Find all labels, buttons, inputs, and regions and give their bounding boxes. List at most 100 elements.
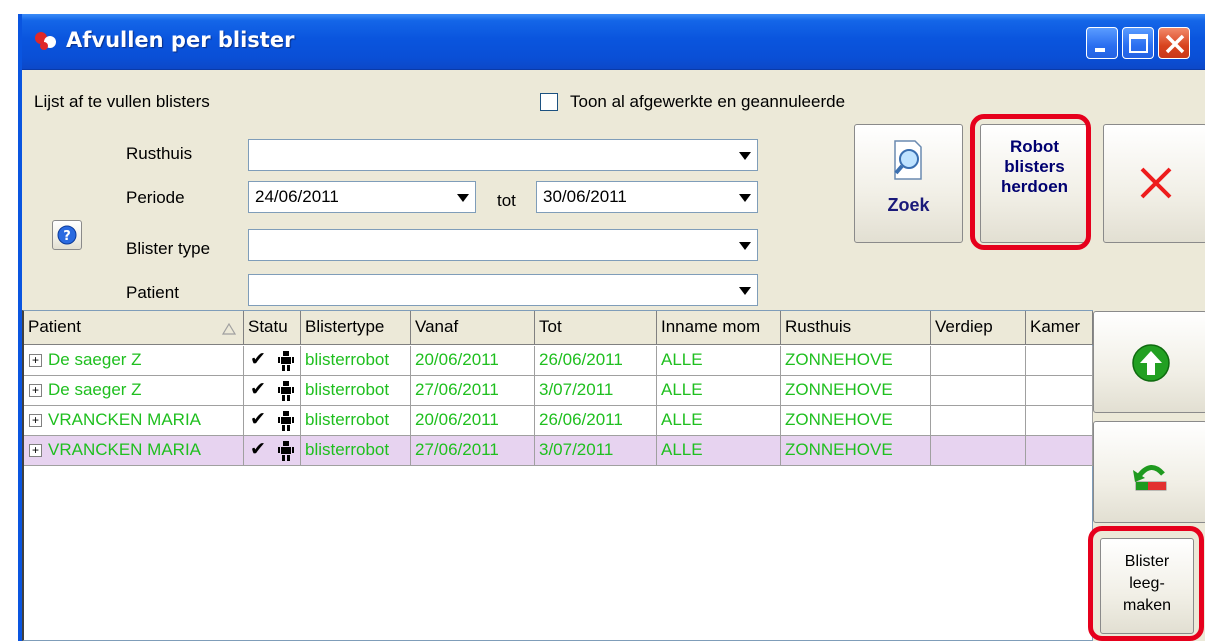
table-cell-rusthuis[interactable]: ZONNEHOVE: [781, 376, 931, 406]
zoek-button[interactable]: Zoek: [854, 124, 963, 243]
expand-icon[interactable]: +: [29, 384, 42, 397]
table-cell-status[interactable]: ✔: [244, 436, 301, 466]
table-cell-status[interactable]: ✔: [244, 376, 301, 406]
table-cell-blistertype[interactable]: blisterrobot: [301, 346, 411, 376]
table-cell-patient[interactable]: + De saeger Z: [24, 376, 244, 406]
check-icon: ✔: [250, 379, 266, 400]
column-header-verdiep[interactable]: Verdiep: [931, 311, 1026, 345]
chevron-down-icon[interactable]: [739, 242, 751, 250]
robot-icon: [278, 441, 294, 461]
table-cell-verdiep[interactable]: [931, 376, 1026, 406]
table-row[interactable]: + De saeger Z ✔ blisterrobot 27/06/2011 3/07/…: [24, 376, 1093, 406]
patient-combo[interactable]: [248, 274, 758, 306]
table-cell-blistertype[interactable]: blisterrobot: [301, 406, 411, 436]
table-cell-tot[interactable]: 3/07/2011: [535, 376, 657, 406]
table-cell-patient[interactable]: + VRANCKEN MARIA: [24, 406, 244, 436]
sort-triangle-icon: [222, 323, 236, 335]
expand-icon[interactable]: +: [29, 444, 42, 457]
column-header-vanaf[interactable]: Vanaf: [411, 311, 535, 345]
table-cell-tot[interactable]: 26/06/2011: [535, 346, 657, 376]
column-header-blistertype[interactable]: Blistertype: [301, 311, 411, 345]
blistertype-label: Blister type: [126, 239, 211, 258]
main-window: Afvullen per blister Lijst af te vullen …: [18, 14, 1205, 641]
undo-arrow-icon: [1133, 465, 1167, 491]
blistertype-combo[interactable]: [248, 229, 758, 261]
tot-label: tot: [497, 191, 516, 210]
table-cell-kamer[interactable]: [1026, 406, 1093, 436]
table-cell-verdiep[interactable]: [931, 406, 1026, 436]
rusthuis-combo[interactable]: [248, 139, 758, 171]
title-bar[interactable]: Afvullen per blister: [22, 14, 1205, 70]
column-header-rusthuis[interactable]: Rusthuis: [781, 311, 931, 345]
periode-from-combo[interactable]: 24/06/2011: [248, 181, 476, 213]
move-up-button[interactable]: [1093, 311, 1205, 413]
highlight-robot-button: [970, 114, 1091, 250]
highlight-leegmaken-button: [1088, 526, 1204, 641]
undo-button[interactable]: [1093, 421, 1205, 523]
column-header-kamer[interactable]: Kamer: [1026, 311, 1093, 345]
periode-label: Periode: [126, 188, 185, 207]
table-cell-patient[interactable]: + VRANCKEN MARIA: [24, 436, 244, 466]
table-cell-blistertype[interactable]: blisterrobot: [301, 436, 411, 466]
zoek-label: Zoek: [887, 195, 930, 215]
table-cell-inname[interactable]: ALLE: [657, 376, 781, 406]
green-up-arrow-icon: [1132, 344, 1170, 382]
svg-text:?: ?: [63, 229, 71, 244]
table-cell-verdiep[interactable]: [931, 346, 1026, 376]
chevron-down-icon[interactable]: [457, 194, 469, 202]
table-cell-inname[interactable]: ALLE: [657, 436, 781, 466]
cancel-button[interactable]: [1103, 124, 1205, 243]
table-cell-vanaf[interactable]: 20/06/2011: [411, 406, 535, 436]
table-cell-rusthuis[interactable]: ZONNEHOVE: [781, 346, 931, 376]
red-x-icon: [1140, 167, 1172, 199]
table-cell-status[interactable]: ✔: [244, 406, 301, 436]
table-cell-vanaf[interactable]: 20/06/2011: [411, 346, 535, 376]
table-cell-kamer[interactable]: [1026, 436, 1093, 466]
table-cell-kamer[interactable]: [1026, 346, 1093, 376]
periode-to-combo[interactable]: 30/06/2011: [536, 181, 758, 213]
table-row[interactable]: + VRANCKEN MARIA ✔ blisterrobot 27/06/2011 3/…: [24, 436, 1093, 466]
table-row[interactable]: + De saeger Z ✔ blisterrobot 20/06/2011 26/06…: [24, 346, 1093, 376]
help-icon: ?: [57, 225, 77, 245]
table-cell-status[interactable]: ✔: [244, 346, 301, 376]
chevron-down-icon[interactable]: [739, 287, 751, 295]
help-button[interactable]: ?: [52, 220, 82, 250]
minimize-icon: [1095, 48, 1105, 52]
table-cell-tot[interactable]: 26/06/2011: [535, 406, 657, 436]
rusthuis-label: Rusthuis: [126, 144, 193, 163]
chevron-down-icon[interactable]: [739, 152, 751, 160]
magnifier-icon: [894, 140, 922, 180]
table-cell-blistertype[interactable]: blisterrobot: [301, 376, 411, 406]
robot-icon: [278, 351, 294, 371]
column-header-label: Patient: [28, 317, 81, 336]
table-cell-rusthuis[interactable]: ZONNEHOVE: [781, 406, 931, 436]
table-cell-vanaf[interactable]: 27/06/2011: [411, 436, 535, 466]
table-cell-vanaf[interactable]: 27/06/2011: [411, 376, 535, 406]
table-cell-tot[interactable]: 3/07/2011: [535, 436, 657, 466]
periode-to-value: 30/06/2011: [543, 187, 627, 206]
column-header-tot[interactable]: Tot: [535, 311, 657, 345]
table-cell-inname[interactable]: ALLE: [657, 406, 781, 436]
table-row[interactable]: + VRANCKEN MARIA ✔ blisterrobot 20/06/2011 26…: [24, 406, 1093, 436]
expand-icon[interactable]: +: [29, 354, 42, 367]
column-header-status[interactable]: Statu: [244, 311, 301, 345]
expand-icon[interactable]: +: [29, 414, 42, 427]
table-cell-verdiep[interactable]: [931, 436, 1026, 466]
chevron-down-icon[interactable]: [739, 194, 751, 202]
show-finished-label: Toon al afgewerkte en geannuleerde: [570, 92, 846, 111]
minimize-button[interactable]: [1086, 27, 1118, 59]
check-icon: ✔: [250, 409, 266, 430]
show-finished-checkbox[interactable]: [540, 93, 558, 111]
table-cell-inname[interactable]: ALLE: [657, 346, 781, 376]
close-window-button[interactable]: [1158, 27, 1190, 59]
maximize-button[interactable]: [1122, 27, 1154, 59]
blister-grid[interactable]: Patient Statu Blistertype Vanaf Tot Inna…: [22, 310, 1093, 641]
column-header-patient[interactable]: Patient: [24, 311, 244, 345]
table-cell-rusthuis[interactable]: ZONNEHOVE: [781, 436, 931, 466]
patient-name: VRANCKEN MARIA: [48, 440, 202, 459]
patient-label: Patient: [126, 283, 179, 302]
table-cell-kamer[interactable]: [1026, 376, 1093, 406]
patient-name: De saeger Z: [48, 380, 142, 399]
column-header-inname[interactable]: Inname mom: [657, 311, 781, 345]
table-cell-patient[interactable]: + De saeger Z: [24, 346, 244, 376]
